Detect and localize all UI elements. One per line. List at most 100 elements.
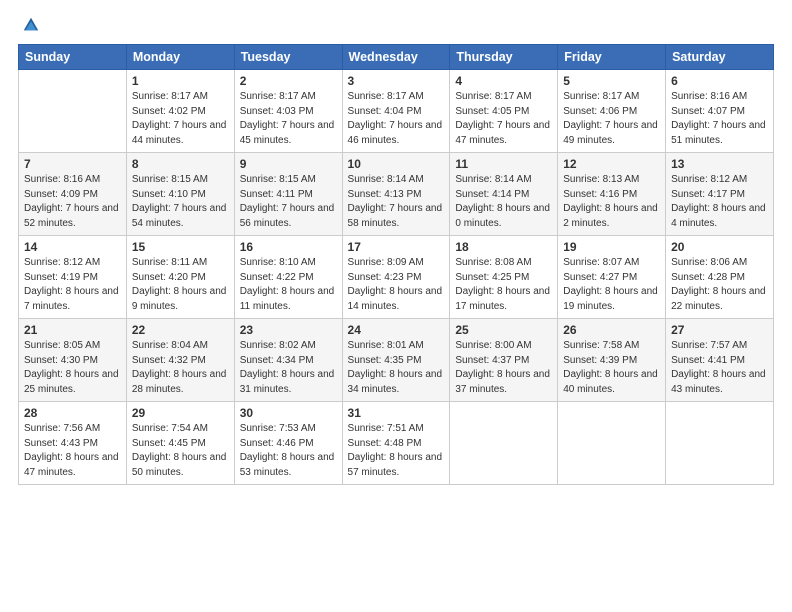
day-detail: Sunrise: 8:06 AMSunset: 4:28 PMDaylight:…	[671, 256, 768, 314]
calendar-week-row: 14Sunrise: 8:12 AMSunset: 4:19 PMDayligh…	[19, 236, 774, 319]
day-detail: Sunrise: 8:02 AMSunset: 4:34 PMDaylight:…	[240, 339, 337, 397]
calendar-cell: 30 Sunrise: 7:53 AMSunset: 4:46 PMDayligh…	[234, 402, 342, 485]
day-number: 27	[671, 323, 768, 337]
calendar-cell: 15 Sunrise: 8:11 AMSunset: 4:20 PMDayligh…	[126, 236, 234, 319]
calendar-cell: 27 Sunrise: 7:57 AMSunset: 4:41 PMDayligh…	[666, 319, 774, 402]
day-number: 8	[132, 157, 229, 171]
calendar-header-friday: Friday	[558, 45, 666, 70]
day-detail: Sunrise: 7:51 AMSunset: 4:48 PMDaylight:…	[348, 422, 445, 480]
day-detail: Sunrise: 7:56 AMSunset: 4:43 PMDaylight:…	[24, 422, 121, 480]
day-detail: Sunrise: 7:54 AMSunset: 4:45 PMDaylight:…	[132, 422, 229, 480]
day-detail: Sunrise: 8:07 AMSunset: 4:27 PMDaylight:…	[563, 256, 660, 314]
day-number: 16	[240, 240, 337, 254]
day-number: 25	[455, 323, 552, 337]
calendar-week-row: 7 Sunrise: 8:16 AMSunset: 4:09 PMDaylight…	[19, 153, 774, 236]
day-detail: Sunrise: 7:53 AMSunset: 4:46 PMDaylight:…	[240, 422, 337, 480]
calendar-header-sunday: Sunday	[19, 45, 127, 70]
calendar-cell: 14Sunrise: 8:12 AMSunset: 4:19 PMDayligh…	[19, 236, 127, 319]
day-detail: Sunrise: 8:12 AMSunset: 4:17 PMDaylight:…	[671, 173, 768, 231]
calendar-cell	[450, 402, 558, 485]
day-detail: Sunrise: 8:04 AMSunset: 4:32 PMDaylight:…	[132, 339, 229, 397]
day-number: 12	[563, 157, 660, 171]
calendar-cell	[19, 70, 127, 153]
day-number: 28	[24, 406, 121, 420]
calendar-cell: 4Sunrise: 8:17 AMSunset: 4:05 PMDaylight…	[450, 70, 558, 153]
calendar-cell: 13Sunrise: 8:12 AMSunset: 4:17 PMDayligh…	[666, 153, 774, 236]
day-detail: Sunrise: 8:17 AMSunset: 4:05 PMDaylight:…	[455, 90, 552, 148]
day-number: 24	[348, 323, 445, 337]
page: SundayMondayTuesdayWednesdayThursdayFrid…	[0, 0, 792, 612]
day-detail: Sunrise: 8:10 AMSunset: 4:22 PMDaylight:…	[240, 256, 337, 314]
calendar-header-saturday: Saturday	[666, 45, 774, 70]
day-number: 30	[240, 406, 337, 420]
day-number: 19	[563, 240, 660, 254]
day-number: 21	[24, 323, 121, 337]
calendar-header-monday: Monday	[126, 45, 234, 70]
calendar-cell	[666, 402, 774, 485]
day-number: 18	[455, 240, 552, 254]
day-number: 11	[455, 157, 552, 171]
day-detail: Sunrise: 8:16 AMSunset: 4:07 PMDaylight:…	[671, 90, 768, 148]
calendar-cell: 5 Sunrise: 8:17 AMSunset: 4:06 PMDaylight…	[558, 70, 666, 153]
calendar-cell: 6 Sunrise: 8:16 AMSunset: 4:07 PMDaylight…	[666, 70, 774, 153]
calendar-header-tuesday: Tuesday	[234, 45, 342, 70]
day-detail: Sunrise: 7:57 AMSunset: 4:41 PMDaylight:…	[671, 339, 768, 397]
calendar-cell: 8 Sunrise: 8:15 AMSunset: 4:10 PMDaylight…	[126, 153, 234, 236]
day-number: 6	[671, 74, 768, 88]
day-detail: Sunrise: 8:16 AMSunset: 4:09 PMDaylight:…	[24, 173, 121, 231]
day-number: 17	[348, 240, 445, 254]
calendar-cell: 12 Sunrise: 8:13 AMSunset: 4:16 PMDayligh…	[558, 153, 666, 236]
day-detail: Sunrise: 8:15 AMSunset: 4:11 PMDaylight:…	[240, 173, 337, 231]
day-detail: Sunrise: 8:09 AMSunset: 4:23 PMDaylight:…	[348, 256, 445, 314]
calendar-cell: 17 Sunrise: 8:09 AMSunset: 4:23 PMDayligh…	[342, 236, 450, 319]
day-number: 20	[671, 240, 768, 254]
day-detail: Sunrise: 8:11 AMSunset: 4:20 PMDaylight:…	[132, 256, 229, 314]
calendar-week-row: 21 Sunrise: 8:05 AMSunset: 4:30 PMDayligh…	[19, 319, 774, 402]
calendar-cell: 23 Sunrise: 8:02 AMSunset: 4:34 PMDayligh…	[234, 319, 342, 402]
day-detail: Sunrise: 8:01 AMSunset: 4:35 PMDaylight:…	[348, 339, 445, 397]
day-number: 15	[132, 240, 229, 254]
day-detail: Sunrise: 8:14 AMSunset: 4:14 PMDaylight:…	[455, 173, 552, 231]
day-number: 1	[132, 74, 229, 88]
calendar-cell: 20 Sunrise: 8:06 AMSunset: 4:28 PMDayligh…	[666, 236, 774, 319]
day-detail: Sunrise: 8:17 AMSunset: 4:02 PMDaylight:…	[132, 90, 229, 148]
calendar-header-wednesday: Wednesday	[342, 45, 450, 70]
calendar-cell: 29Sunrise: 7:54 AMSunset: 4:45 PMDayligh…	[126, 402, 234, 485]
calendar-cell: 2Sunrise: 8:17 AMSunset: 4:03 PMDaylight…	[234, 70, 342, 153]
calendar-cell: 19 Sunrise: 8:07 AMSunset: 4:27 PMDayligh…	[558, 236, 666, 319]
calendar-cell: 18 Sunrise: 8:08 AMSunset: 4:25 PMDayligh…	[450, 236, 558, 319]
calendar-cell: 7 Sunrise: 8:16 AMSunset: 4:09 PMDaylight…	[19, 153, 127, 236]
day-detail: Sunrise: 8:17 AMSunset: 4:04 PMDaylight:…	[348, 90, 445, 148]
day-number: 31	[348, 406, 445, 420]
calendar-week-row: 1 Sunrise: 8:17 AMSunset: 4:02 PMDaylight…	[19, 70, 774, 153]
day-detail: Sunrise: 8:17 AMSunset: 4:06 PMDaylight:…	[563, 90, 660, 148]
calendar-cell	[558, 402, 666, 485]
day-number: 3	[348, 74, 445, 88]
calendar-cell: 9 Sunrise: 8:15 AMSunset: 4:11 PMDaylight…	[234, 153, 342, 236]
calendar-cell: 10 Sunrise: 8:14 AMSunset: 4:13 PMDayligh…	[342, 153, 450, 236]
day-number: 26	[563, 323, 660, 337]
day-detail: Sunrise: 8:05 AMSunset: 4:30 PMDaylight:…	[24, 339, 121, 397]
calendar-header-thursday: Thursday	[450, 45, 558, 70]
day-detail: Sunrise: 8:08 AMSunset: 4:25 PMDaylight:…	[455, 256, 552, 314]
logo-icon	[22, 16, 40, 34]
day-detail: Sunrise: 7:58 AMSunset: 4:39 PMDaylight:…	[563, 339, 660, 397]
calendar-cell: 31 Sunrise: 7:51 AMSunset: 4:48 PMDayligh…	[342, 402, 450, 485]
calendar-cell: 28 Sunrise: 7:56 AMSunset: 4:43 PMDayligh…	[19, 402, 127, 485]
day-number: 23	[240, 323, 337, 337]
day-number: 10	[348, 157, 445, 171]
day-number: 5	[563, 74, 660, 88]
day-number: 22	[132, 323, 229, 337]
calendar-cell: 1 Sunrise: 8:17 AMSunset: 4:02 PMDaylight…	[126, 70, 234, 153]
day-number: 7	[24, 157, 121, 171]
day-detail: Sunrise: 8:13 AMSunset: 4:16 PMDaylight:…	[563, 173, 660, 231]
logo	[18, 16, 40, 34]
day-number: 9	[240, 157, 337, 171]
day-detail: Sunrise: 8:15 AMSunset: 4:10 PMDaylight:…	[132, 173, 229, 231]
day-detail: Sunrise: 8:00 AMSunset: 4:37 PMDaylight:…	[455, 339, 552, 397]
calendar-cell: 25 Sunrise: 8:00 AMSunset: 4:37 PMDayligh…	[450, 319, 558, 402]
calendar-cell: 24 Sunrise: 8:01 AMSunset: 4:35 PMDayligh…	[342, 319, 450, 402]
day-detail: Sunrise: 8:14 AMSunset: 4:13 PMDaylight:…	[348, 173, 445, 231]
header	[18, 16, 774, 34]
calendar-header-row: SundayMondayTuesdayWednesdayThursdayFrid…	[19, 45, 774, 70]
